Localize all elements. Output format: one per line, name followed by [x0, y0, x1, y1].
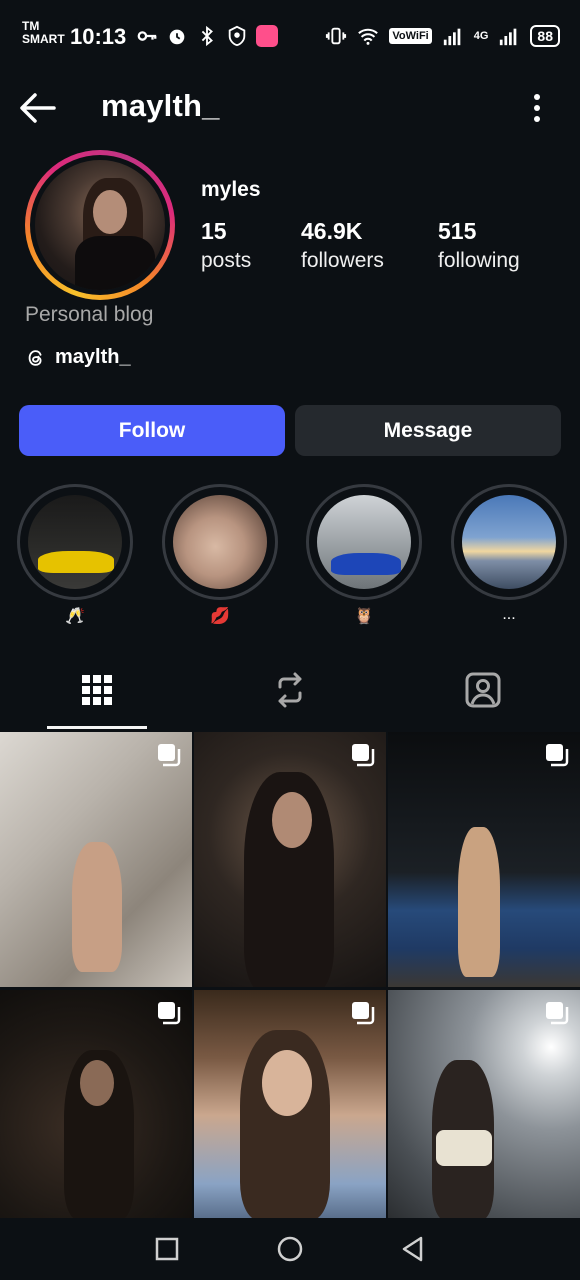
avatar — [35, 160, 165, 290]
vibrate-icon — [326, 27, 347, 45]
more-options-icon[interactable] — [530, 92, 544, 124]
carousel-icon — [158, 1002, 181, 1025]
carousel-icon — [158, 744, 181, 767]
post-thumbnail[interactable] — [194, 990, 386, 1218]
back-arrow-icon[interactable] — [18, 90, 58, 126]
location-shield-icon — [228, 25, 246, 47]
back-triangle-icon[interactable] — [398, 1234, 428, 1264]
profile-header: maylth_ — [0, 80, 580, 136]
display-name: myles — [201, 178, 261, 201]
active-tab-indicator — [47, 726, 147, 729]
grid-icon[interactable] — [77, 670, 117, 710]
carrier-label: TM SMART — [22, 19, 65, 46]
threads-link[interactable]: maylth_ — [25, 346, 131, 369]
app-notification-icon — [256, 25, 278, 47]
carousel-icon — [352, 1002, 375, 1025]
highlight-label: 🦉 — [354, 608, 374, 625]
carousel-icon — [352, 744, 375, 767]
recents-square-icon[interactable] — [152, 1234, 182, 1264]
posts-count[interactable]: 15 posts — [201, 218, 251, 273]
posts-grid — [0, 732, 580, 1218]
battery-indicator: 88 — [530, 25, 560, 47]
followers-label: followers — [301, 249, 384, 272]
highlight-cover — [28, 495, 122, 589]
message-button[interactable]: Message — [295, 405, 561, 456]
highlight-cover — [462, 495, 556, 589]
home-circle-icon[interactable] — [275, 1234, 305, 1264]
status-bar: TM SMART 10:13 VoWiFi 4G 88 — [0, 0, 580, 76]
vowifi-badge: VoWiFi — [389, 28, 432, 44]
alarm-icon — [169, 29, 185, 45]
signal-icon — [443, 28, 461, 46]
highlight-cover — [173, 495, 267, 589]
highlight-label: 💋 — [210, 608, 230, 625]
highlight-cover — [317, 495, 411, 589]
post-thumbnail[interactable] — [388, 990, 580, 1218]
story-highlight[interactable]: 🦉 — [306, 484, 422, 626]
post-thumbnail[interactable] — [0, 732, 192, 987]
profile-tabs — [0, 660, 580, 730]
follow-button[interactable]: Follow — [19, 405, 285, 456]
story-highlight[interactable]: 🥂 — [17, 484, 133, 626]
system-nav-bar — [0, 1218, 580, 1280]
wifi-icon — [358, 28, 379, 45]
tagged-person-icon[interactable] — [463, 670, 503, 710]
following-label: following — [438, 249, 520, 272]
profile-category: Personal blog — [25, 303, 154, 326]
highlight-label: ... — [502, 606, 516, 623]
carousel-icon — [546, 744, 569, 767]
reels-repost-icon[interactable] — [270, 670, 310, 710]
story-ring[interactable] — [25, 150, 175, 300]
posts-value: 15 — [201, 218, 227, 244]
story-highlight[interactable]: 💋 — [162, 484, 278, 626]
followers-value: 46.9K — [301, 218, 363, 244]
carousel-icon — [546, 1002, 569, 1025]
network-type: 4G — [473, 30, 489, 42]
key-icon — [137, 31, 157, 41]
posts-label: posts — [201, 249, 252, 272]
threads-icon — [28, 349, 42, 366]
threads-handle: maylth_ — [55, 346, 131, 368]
following-count[interactable]: 515 following — [438, 218, 520, 273]
signal-icon-2 — [500, 28, 517, 46]
bluetooth-icon — [201, 25, 213, 47]
post-thumbnail[interactable] — [0, 990, 192, 1218]
story-highlight[interactable]: ... — [451, 484, 567, 626]
page-title-username: maylth_ — [101, 88, 220, 123]
followers-count[interactable]: 46.9K followers — [301, 218, 384, 273]
following-value: 515 — [438, 218, 477, 244]
post-thumbnail[interactable] — [194, 732, 386, 987]
clock: 10:13 — [70, 24, 127, 49]
highlight-label: 🥂 — [65, 608, 85, 625]
post-thumbnail[interactable] — [388, 732, 580, 987]
